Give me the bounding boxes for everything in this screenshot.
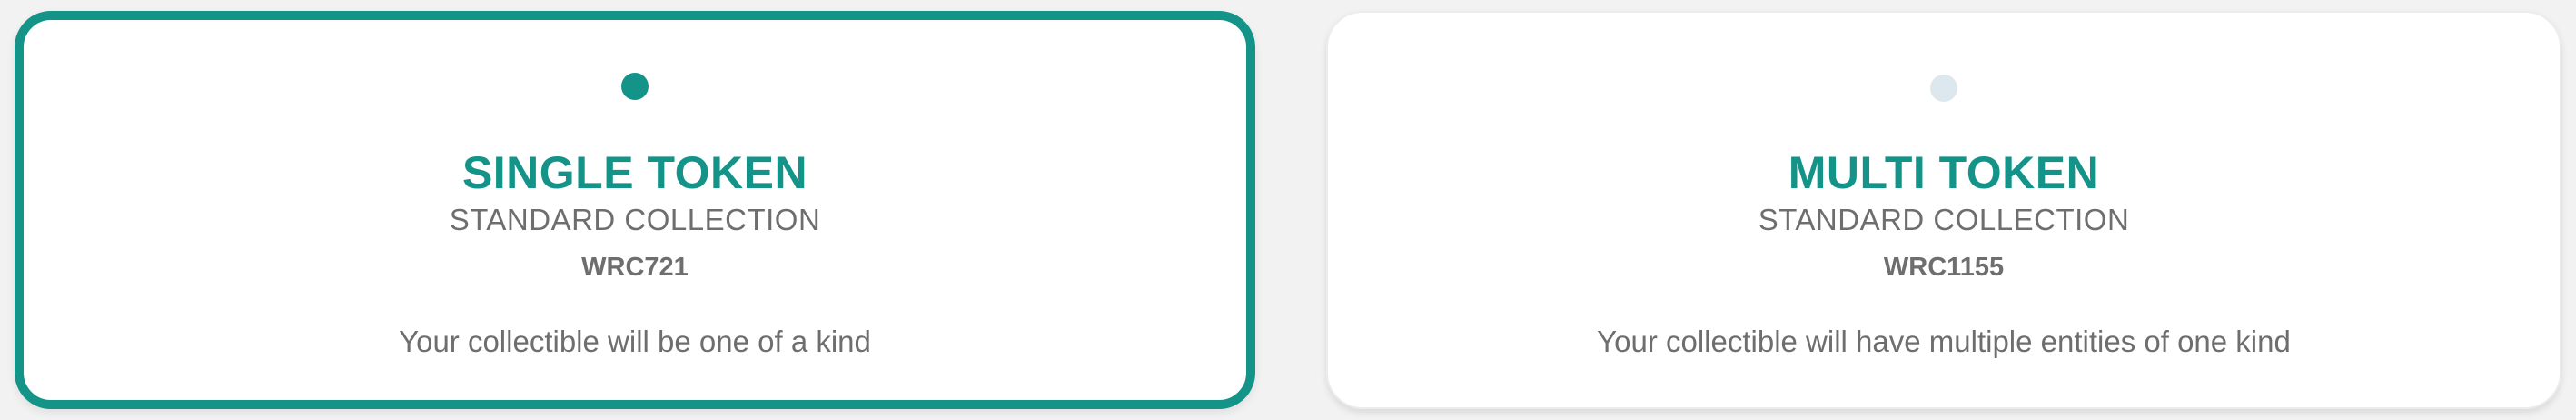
single-token-option-content: SINGLE TOKEN STANDARD COLLECTION WRC721 … xyxy=(24,145,1246,362)
radio-selected-indicator[interactable] xyxy=(621,73,649,100)
option-subtitle: STANDARD COLLECTION xyxy=(449,203,821,236)
option-description: Your collectible will have multiple enti… xyxy=(1597,325,2291,358)
multi-token-option-card[interactable]: MULTI TOKEN STANDARD COLLECTION WRC1155 … xyxy=(1326,11,2561,409)
option-standard-code: WRC1155 xyxy=(1883,253,2005,282)
token-type-selector: SINGLE TOKEN STANDARD COLLECTION WRC721 … xyxy=(0,0,2576,420)
option-description: Your collectible will be one of a kind xyxy=(399,325,871,358)
multi-token-option-content: MULTI TOKEN STANDARD COLLECTION WRC1155 … xyxy=(1328,145,2560,362)
option-standard-code: WRC721 xyxy=(581,253,689,282)
option-subtitle: STANDARD COLLECTION xyxy=(1758,203,2130,236)
option-title: SINGLE TOKEN xyxy=(461,147,808,198)
radio-unselected-indicator[interactable] xyxy=(1930,75,1957,102)
single-token-option-card[interactable]: SINGLE TOKEN STANDARD COLLECTION WRC721 … xyxy=(15,11,1255,409)
option-title: MULTI TOKEN xyxy=(1788,147,2100,198)
